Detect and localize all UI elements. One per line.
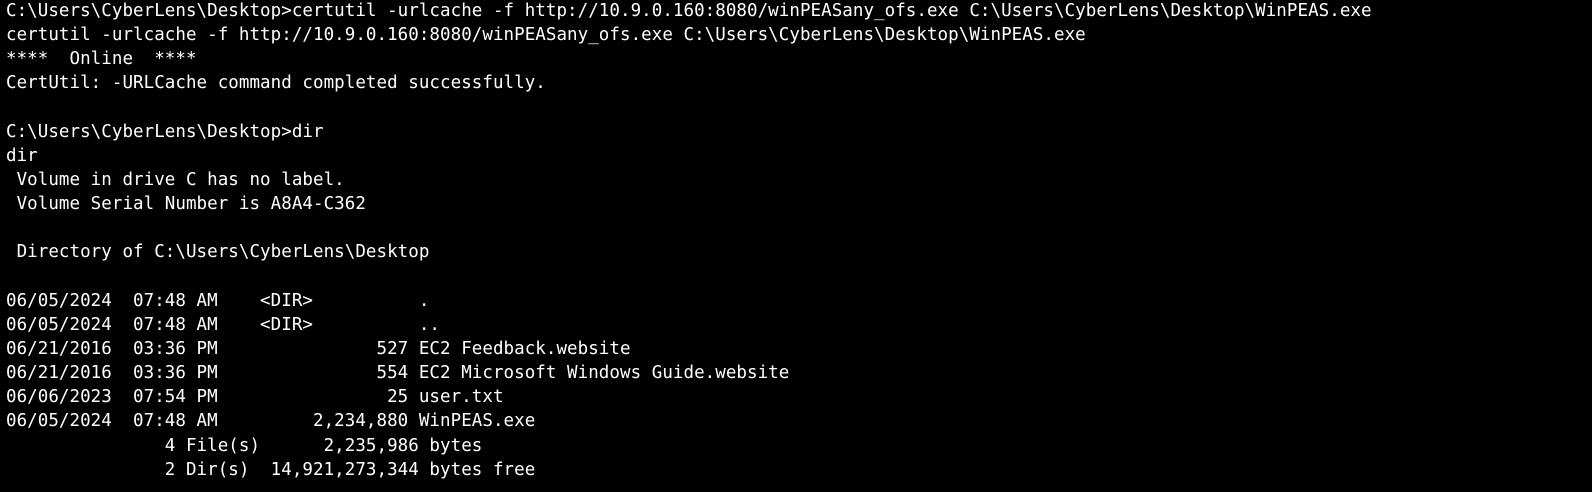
dir-summary-line: 2 Dir(s) 14,921,273,344 bytes free bbox=[6, 459, 536, 480]
certutil-status-line: **** Online **** bbox=[6, 49, 197, 70]
file-summary-line: 4 File(s) 2,235,986 bytes bbox=[6, 435, 483, 456]
command-echo-line: dir bbox=[6, 145, 38, 166]
dir-listing-row: 06/21/2016 03:36 PM 527 EC2 Feedback.web… bbox=[6, 338, 631, 359]
volume-serial-line: Volume Serial Number is A8A4-C362 bbox=[6, 194, 366, 215]
dir-listing-row: 06/05/2024 07:48 AM 2,234,880 WinPEAS.ex… bbox=[6, 411, 536, 432]
dir-listing-row: 06/05/2024 07:48 AM <DIR> .. bbox=[6, 314, 441, 335]
certutil-result-line: CertUtil: -URLCache command completed su… bbox=[6, 73, 546, 94]
command-echo-line: certutil -urlcache -f http://10.9.0.160:… bbox=[6, 25, 1086, 46]
dir-listing-row: 06/21/2016 03:36 PM 554 EC2 Microsoft Wi… bbox=[6, 363, 790, 384]
command-prompt-line: C:\Users\CyberLens\Desktop>dir bbox=[6, 121, 324, 142]
dir-listing-row: 06/05/2024 07:48 AM <DIR> . bbox=[6, 290, 430, 311]
command-prompt-line: C:\Users\CyberLens\Desktop>certutil -url… bbox=[6, 1, 1372, 21]
directory-header-line: Directory of C:\Users\CyberLens\Desktop bbox=[6, 242, 430, 263]
dir-listing-row: 06/06/2023 07:54 PM 25 user.txt bbox=[6, 387, 504, 408]
terminal-window[interactable]: C:\Users\CyberLens\Desktop>certutil -url… bbox=[0, 0, 1592, 492]
volume-label-line: Volume in drive C has no label. bbox=[6, 169, 345, 190]
